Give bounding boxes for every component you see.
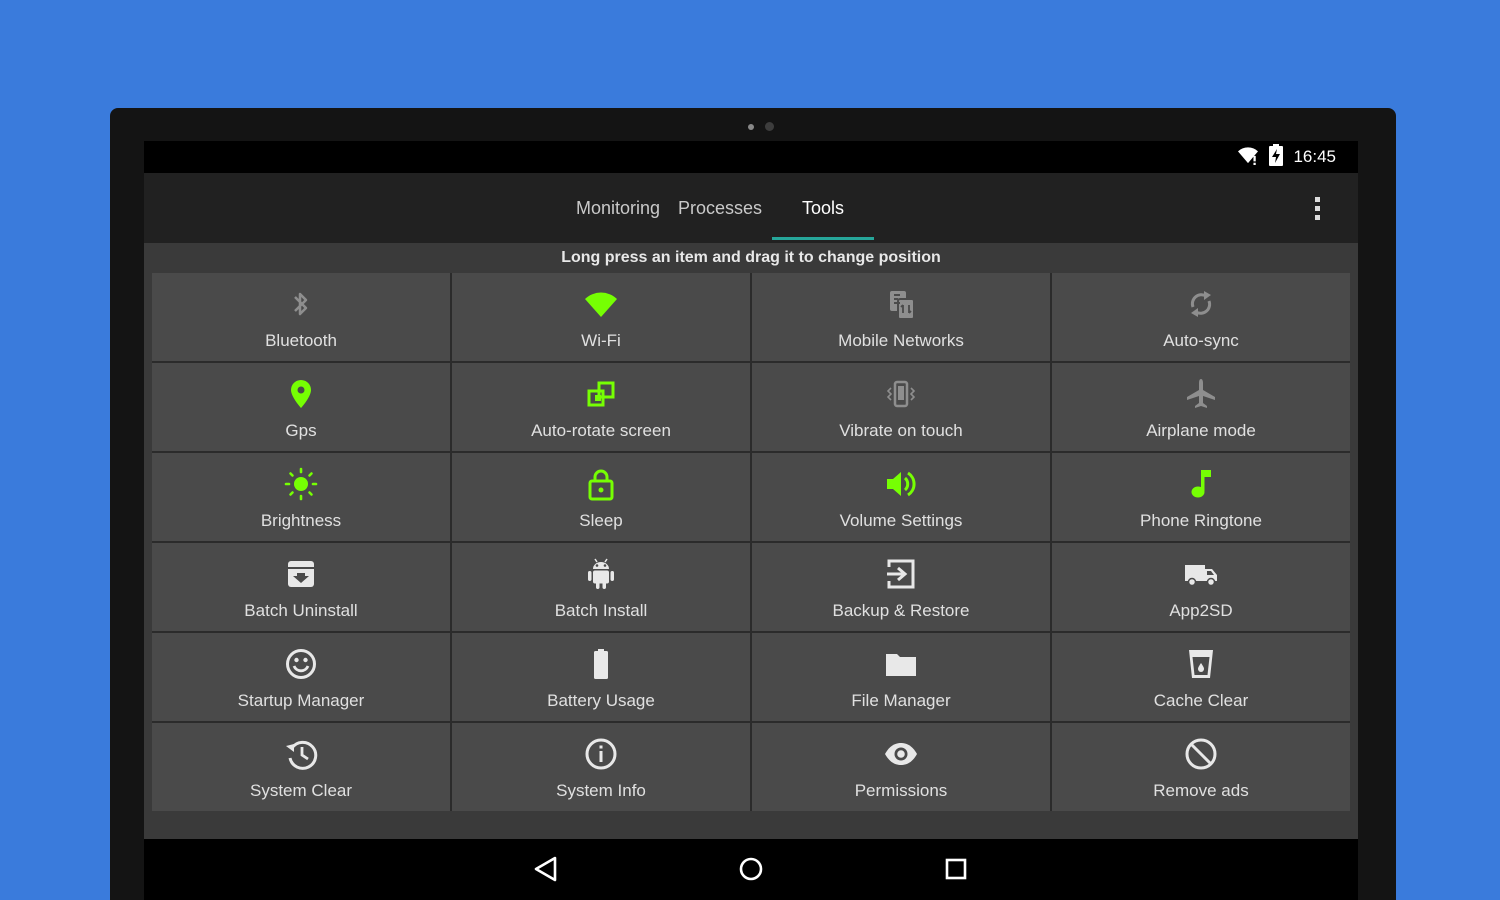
tool-label: File Manager <box>851 691 951 710</box>
status-bar: 16:45 <box>144 141 1358 173</box>
drag-hint: Long press an item and drag it to change… <box>561 249 941 266</box>
tool-batch-uninstall[interactable]: Batch Uninstall <box>152 543 450 631</box>
tool-auto-sync[interactable]: Auto-sync <box>1052 273 1350 361</box>
tool-label: Vibrate on touch <box>839 421 963 440</box>
archive-icon <box>284 557 318 591</box>
tool-label: Brightness <box>260 511 342 530</box>
smiley-icon <box>284 647 318 681</box>
tool-brightness[interactable]: Brightness <box>152 453 450 541</box>
vibrate-icon <box>884 377 918 411</box>
tool-bluetooth[interactable]: Bluetooth <box>152 273 450 361</box>
tool-sleep[interactable]: Sleep <box>452 453 750 541</box>
info-icon <box>584 737 618 771</box>
tool-wifi[interactable]: Wi-Fi <box>452 273 750 361</box>
tool-label: Battery Usage <box>547 691 655 710</box>
volume-icon <box>884 467 918 501</box>
tool-batch-install[interactable]: Batch Install <box>452 543 750 631</box>
tool-label: Volume Settings <box>839 511 963 530</box>
history-icon <box>284 737 318 771</box>
tool-label: Sleep <box>579 511 623 530</box>
tool-label: Auto-rotate screen <box>531 421 671 440</box>
tool-auto-rotate[interactable]: Auto-rotate screen <box>452 363 750 451</box>
tool-label: App2SD <box>1169 601 1233 620</box>
camera-dot <box>748 124 754 130</box>
tool-label: Wi-Fi <box>581 331 621 350</box>
tab-processes[interactable]: Processes <box>674 173 766 243</box>
tool-label: Cache Clear <box>1153 691 1249 710</box>
tool-label: Backup & Restore <box>832 601 970 620</box>
tool-label: Auto-sync <box>1163 331 1239 350</box>
back-icon[interactable] <box>531 854 561 884</box>
overflow-menu-icon[interactable] <box>1306 194 1328 224</box>
tool-cache-clear[interactable]: Cache Clear <box>1052 633 1350 721</box>
tool-permissions[interactable]: Permissions <box>752 723 1050 811</box>
brightness-icon <box>284 467 318 501</box>
tool-gps[interactable]: Gps <box>152 363 450 451</box>
mobile-networks-icon <box>884 287 918 321</box>
tool-phone-ringtone[interactable]: Phone Ringtone <box>1052 453 1350 541</box>
tool-file-manager[interactable]: File Manager <box>752 633 1050 721</box>
folder-icon <box>884 647 918 681</box>
tablet-frame: 16:45 Monitoring Processes Tools Long pr… <box>110 108 1396 900</box>
tool-system-clear[interactable]: System Clear <box>152 723 450 811</box>
tool-label: Phone Ringtone <box>1140 511 1262 530</box>
tool-remove-ads[interactable]: Remove ads <box>1052 723 1350 811</box>
tool-backup-restore[interactable]: Backup & Restore <box>752 543 1050 631</box>
home-icon[interactable] <box>736 854 766 884</box>
tool-label: Batch Uninstall <box>244 601 358 620</box>
music-note-icon <box>1184 467 1218 501</box>
tools-grid: Bluetooth Wi-Fi Mobile Networks Auto-syn… <box>152 273 1350 811</box>
tool-label: Gps <box>285 421 317 440</box>
tool-mobile-networks[interactable]: Mobile Networks <box>752 273 1050 361</box>
block-icon <box>1184 737 1218 771</box>
tool-volume-settings[interactable]: Volume Settings <box>752 453 1050 541</box>
wifi-icon <box>1237 145 1259 170</box>
tool-label: Remove ads <box>1153 781 1249 800</box>
tool-vibrate[interactable]: Vibrate on touch <box>752 363 1050 451</box>
cup-icon <box>1184 647 1218 681</box>
tool-airplane-mode[interactable]: Airplane mode <box>1052 363 1350 451</box>
sync-icon <box>1184 287 1218 321</box>
tool-startup-manager[interactable]: Startup Manager <box>152 633 450 721</box>
tool-label: System Clear <box>249 781 353 800</box>
camera-lens <box>765 122 774 131</box>
tab-indicator <box>772 237 874 240</box>
status-time: 16:45 <box>1293 147 1336 166</box>
app-bar: Monitoring Processes Tools <box>144 173 1358 243</box>
battery-charging-icon <box>1269 143 1284 171</box>
recents-icon[interactable] <box>941 854 971 884</box>
lock-icon <box>584 467 618 501</box>
tool-label: Startup Manager <box>237 691 365 710</box>
screen: 16:45 Monitoring Processes Tools Long pr… <box>144 141 1358 900</box>
tool-app2sd[interactable]: App2SD <box>1052 543 1350 631</box>
tool-label: Permissions <box>854 781 948 800</box>
android-icon <box>584 557 618 591</box>
tool-system-info[interactable]: System Info <box>452 723 750 811</box>
truck-icon <box>1184 557 1218 591</box>
tab-tools[interactable]: Tools <box>772 173 874 243</box>
location-pin-icon <box>284 377 318 411</box>
tool-label: System Info <box>556 781 646 800</box>
airplane-icon <box>1184 377 1218 411</box>
tool-label: Bluetooth <box>265 331 337 350</box>
tool-label: Airplane mode <box>1146 421 1256 440</box>
backup-icon <box>884 557 918 591</box>
tool-battery-usage[interactable]: Battery Usage <box>452 633 750 721</box>
wifi-icon <box>584 287 618 321</box>
battery-icon <box>584 647 618 681</box>
bluetooth-icon <box>284 287 318 321</box>
tool-label: Batch Install <box>554 601 648 620</box>
tool-label: Mobile Networks <box>838 331 964 350</box>
eye-icon <box>884 737 918 771</box>
navigation-bar <box>144 839 1358 900</box>
tab-monitoring[interactable]: Monitoring <box>568 173 668 243</box>
auto-rotate-icon <box>584 377 618 411</box>
